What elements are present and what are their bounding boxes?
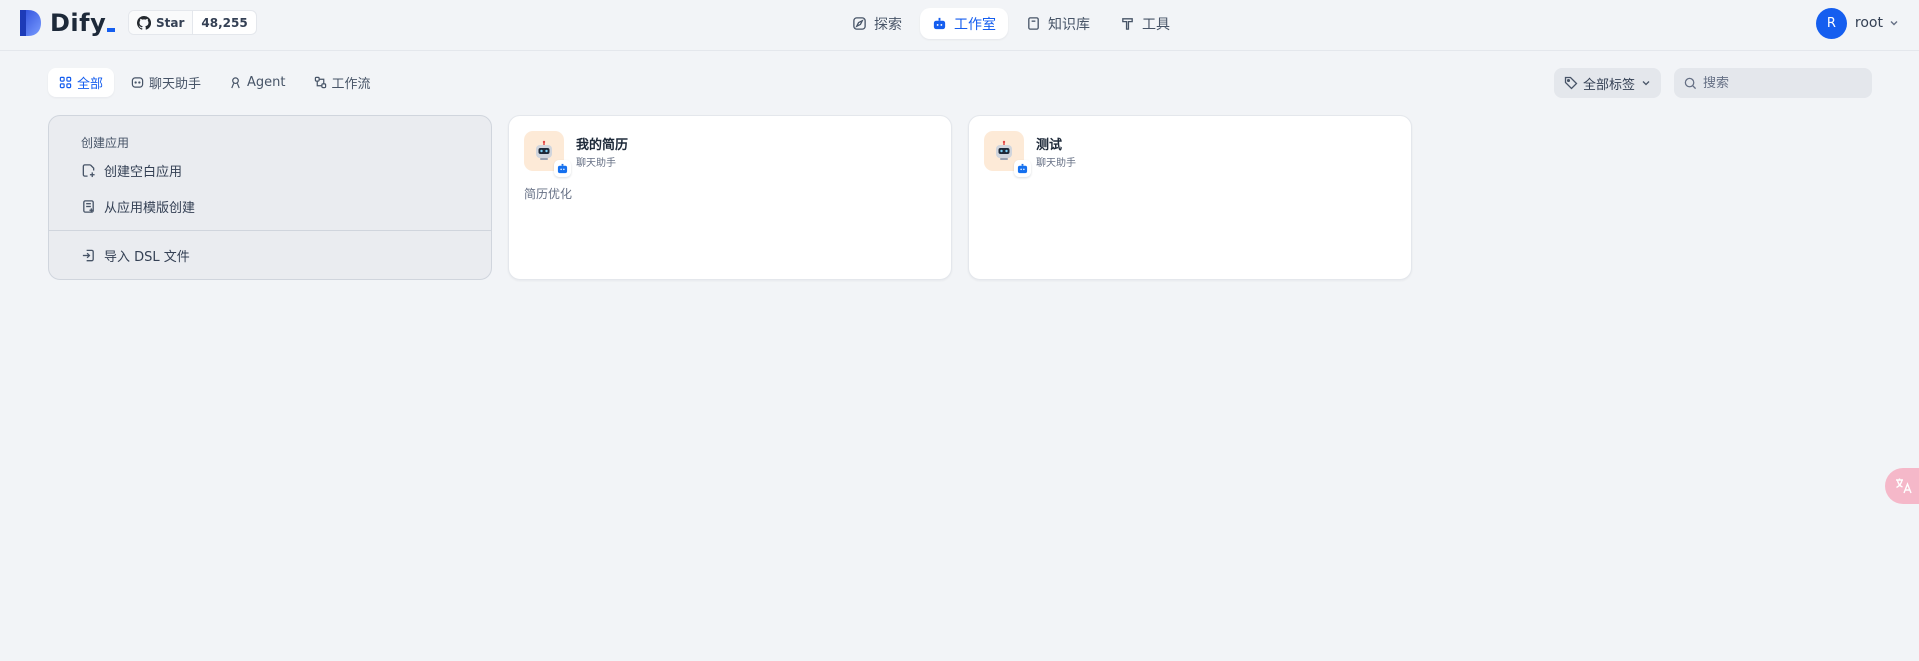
nav-explore[interactable]: 探索 (840, 8, 914, 39)
app-name: 我的简历 (576, 138, 629, 153)
dify-logo[interactable]: Dify (18, 9, 116, 37)
app-type-label: 聊天助手 (576, 158, 616, 169)
tab-chat-assistant-label: 聊天助手 (149, 77, 202, 92)
tab-all[interactable]: 全部 (48, 68, 115, 97)
tab-chat-assistant[interactable]: 聊天助手 (120, 68, 212, 97)
app-type-label: 聊天助手 (1036, 158, 1076, 169)
workflow-icon (314, 76, 326, 89)
github-star-button[interactable]: Star (129, 11, 194, 34)
user-name: root (1854, 15, 1883, 31)
search-icon (1684, 77, 1697, 89)
github-star-label: Star (156, 15, 185, 30)
app-type-badge (554, 160, 571, 177)
search-input[interactable] (1703, 75, 1863, 91)
nav-tools-label: 工具 (1142, 16, 1170, 33)
import-dsl-button[interactable]: 导入 DSL 文件 (81, 246, 190, 265)
nav-knowledge-label: 知识库 (1048, 16, 1090, 33)
tab-agent[interactable]: Agent (218, 68, 296, 97)
chevron-down-icon (1890, 21, 1898, 26)
create-from-template-button[interactable]: 从应用模版创建 (81, 197, 195, 216)
logo-cursor (107, 28, 116, 32)
nav-explore-label: 探索 (874, 16, 902, 33)
robot-icon (933, 17, 946, 30)
book-icon (1028, 17, 1039, 30)
create-blank-app-label: 创建空白应用 (104, 165, 183, 180)
hammer-icon (1122, 18, 1133, 30)
create-app-card: 创建应用 创建空白应用 从应用模版创建 导入 DSL 文件 (48, 115, 492, 280)
tab-agent-label: Agent (247, 75, 286, 90)
compass-icon (853, 17, 866, 30)
translate-button[interactable] (1885, 468, 1919, 504)
app-description: 简历优化 (524, 187, 573, 201)
import-icon (82, 249, 94, 262)
tab-workflow-label: 工作流 (331, 77, 371, 92)
app-type-badge (1014, 160, 1031, 177)
create-app-title: 创建应用 (81, 136, 130, 150)
logo-text: Dify (50, 9, 107, 37)
main-nav: 探索 工作室 知识库 工具 (840, 8, 1182, 39)
create-blank-app-button[interactable]: 创建空白应用 (81, 161, 182, 180)
import-dsl-label: 导入 DSL 文件 (104, 250, 190, 265)
robot-icon (536, 140, 552, 160)
chat-bubble-icon (557, 163, 568, 174)
translate-icon (1896, 478, 1912, 494)
app-card[interactable]: 我的简历 聊天助手 简历优化 (508, 115, 952, 280)
tag-filter-dropdown[interactable]: 全部标签 (1554, 68, 1662, 98)
dify-logo-mark-icon (20, 10, 41, 36)
user-menu[interactable]: R root (1815, 7, 1899, 39)
github-star-widget[interactable]: Star 48,255 (128, 10, 257, 35)
agent-icon (231, 77, 240, 89)
nav-knowledge[interactable]: 知识库 (1014, 8, 1102, 39)
tab-all-label: 全部 (77, 77, 104, 92)
github-star-count[interactable]: 48,255 (193, 16, 255, 30)
nav-studio-label: 工作室 (954, 16, 996, 33)
chat-icon (131, 77, 144, 88)
grid-icon (59, 76, 72, 89)
robot-icon (996, 140, 1012, 160)
tag-filter-label: 全部标签 (1583, 77, 1636, 93)
nav-studio[interactable]: 工作室 (920, 8, 1008, 39)
divider (49, 230, 491, 231)
github-icon (137, 15, 151, 30)
template-icon (83, 200, 94, 213)
app-type-tabs: 全部 聊天助手 Agent 工作流 (48, 68, 382, 97)
avatar: R (1815, 7, 1847, 39)
top-header: Dify Star 48,255 探索 工作室 知识库 工具 R root (0, 0, 1919, 51)
tag-icon (1564, 76, 1578, 90)
file-plus-icon (82, 164, 95, 178)
chat-bubble-icon (1017, 163, 1028, 174)
create-from-template-label: 从应用模版创建 (104, 201, 196, 216)
app-card[interactable]: 测试 聊天助手 (968, 115, 1412, 280)
search-box[interactable] (1674, 68, 1872, 98)
nav-tools[interactable]: 工具 (1108, 8, 1182, 39)
app-name: 测试 (1036, 138, 1063, 153)
chevron-down-icon (1642, 81, 1650, 86)
tab-workflow[interactable]: 工作流 (303, 68, 382, 97)
